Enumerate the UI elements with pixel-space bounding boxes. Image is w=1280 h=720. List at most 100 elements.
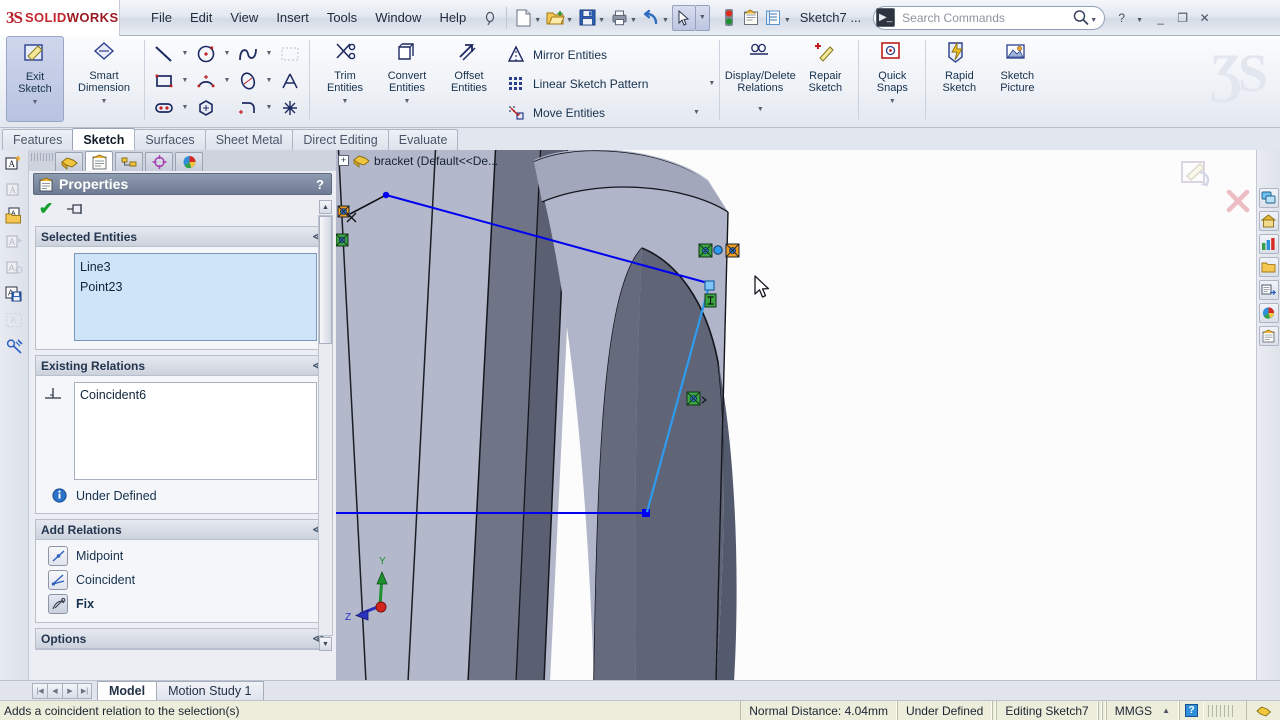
- menu-help[interactable]: Help: [430, 7, 475, 28]
- linear-sketch-pattern-button[interactable]: Linear Sketch Pattern ▼: [502, 69, 715, 98]
- graphics-viewport[interactable]: ▼ ▼ ▼ ▼ ▼: [336, 150, 1280, 682]
- slot-tool-icon[interactable]: [149, 95, 179, 120]
- print-icon[interactable]: [608, 7, 630, 29]
- tab-sketch[interactable]: Sketch: [72, 128, 136, 150]
- menu-edit[interactable]: Edit: [181, 7, 221, 28]
- mirror-entities-button[interactable]: Mirror Entities: [502, 40, 715, 69]
- pin-menu-icon[interactable]: [479, 7, 501, 29]
- trim-entities-dropdown-icon[interactable]: ▼: [342, 96, 349, 108]
- search-input[interactable]: Search Commands: [895, 11, 1072, 25]
- add-relation-fix[interactable]: Fix: [42, 592, 323, 616]
- circle-tool-caret[interactable]: ▼: [221, 41, 233, 66]
- ellipse-tool-caret[interactable]: ▼: [263, 68, 275, 93]
- new-document-caret[interactable]: ▼: [534, 17, 541, 24]
- trim-entities-button[interactable]: Trim Entities ▼: [314, 36, 376, 108]
- fillet-tool-caret[interactable]: ▼: [263, 95, 275, 120]
- units-selector[interactable]: MMGS ▲: [1105, 700, 1179, 720]
- arc-tool-icon[interactable]: [191, 68, 221, 93]
- selected-entities-header[interactable]: Selected Entities ≪: [36, 227, 329, 247]
- search-icon[interactable]: [1072, 9, 1090, 26]
- menu-insert[interactable]: Insert: [267, 7, 318, 28]
- open-annotation-folder-icon[interactable]: A: [4, 206, 24, 226]
- sketch-picture-button[interactable]: Sketch Picture: [988, 36, 1046, 94]
- next-tab-button[interactable]: ▶: [62, 682, 77, 699]
- select-caret[interactable]: ▼: [695, 4, 710, 31]
- add-annotation-icon[interactable]: A: [4, 154, 24, 174]
- point-tool-icon[interactable]: [275, 95, 305, 120]
- slot-tool-caret[interactable]: ▼: [179, 95, 191, 120]
- save-annotation-icon[interactable]: A: [4, 284, 24, 304]
- circle-tool-icon[interactable]: [191, 41, 221, 66]
- menu-view[interactable]: View: [221, 7, 267, 28]
- prev-tab-button[interactable]: ◀: [47, 682, 62, 699]
- search-caret[interactable]: ▼: [1090, 17, 1097, 24]
- keep-visible-pin-icon[interactable]: [66, 202, 86, 216]
- rebuild-traffic-light-icon[interactable]: [718, 7, 740, 29]
- selected-entities-listbox[interactable]: Line3 Point23: [74, 253, 317, 341]
- coincident-icon[interactable]: [48, 570, 68, 590]
- feature-tree-root[interactable]: + bracket (Default<<De...: [338, 153, 498, 168]
- add-relation-coincident[interactable]: Coincident: [42, 568, 323, 592]
- solidworks-resources-icon[interactable]: [1258, 188, 1279, 208]
- options-caret[interactable]: ▼: [784, 17, 791, 24]
- convert-entities-button[interactable]: Convert Entities ▼: [376, 36, 438, 108]
- menu-tools[interactable]: Tools: [318, 7, 366, 28]
- design-library-icon[interactable]: [1258, 211, 1279, 231]
- quick-snaps-button[interactable]: Quick Snaps ▼: [863, 36, 921, 108]
- arc-tool-caret[interactable]: ▼: [221, 68, 233, 93]
- display-manager-tab[interactable]: [175, 152, 203, 171]
- polygon-tool-caret[interactable]: [221, 95, 233, 120]
- property-manager-tab[interactable]: [85, 151, 113, 171]
- tab-model[interactable]: Model: [97, 681, 158, 700]
- save-icon[interactable]: [576, 7, 598, 29]
- first-tab-button[interactable]: |◀: [32, 682, 47, 699]
- panel-drag-handle[interactable]: [31, 153, 53, 161]
- tab-sheet-metal[interactable]: Sheet Metal: [204, 129, 294, 150]
- rectangle-tool-caret[interactable]: ▼: [179, 68, 191, 93]
- tab-motion-study-1[interactable]: Motion Study 1: [156, 681, 264, 700]
- minimize-button[interactable]: _: [1153, 11, 1168, 25]
- existing-relations-header[interactable]: Existing Relations ≪: [36, 356, 329, 376]
- search-box[interactable]: ▶_ Search Commands ▼: [873, 5, 1106, 30]
- spline-tool-icon[interactable]: [233, 41, 263, 66]
- convert-entities-dropdown-icon[interactable]: ▼: [404, 96, 411, 108]
- selected-entity-item[interactable]: Line3: [80, 257, 311, 277]
- polygon-tool-icon[interactable]: [191, 95, 221, 120]
- property-manager-help-icon[interactable]: ?: [316, 177, 324, 192]
- help-caret[interactable]: ▼: [1136, 17, 1143, 24]
- options-settings-icon[interactable]: [762, 7, 784, 29]
- undo-icon[interactable]: [640, 7, 662, 29]
- existing-relations-listbox[interactable]: Coincident6: [74, 382, 317, 480]
- scroll-up-arrow[interactable]: ▲: [319, 200, 332, 214]
- options-icon[interactable]: [740, 7, 762, 29]
- restore-button[interactable]: ❐: [1175, 11, 1190, 25]
- tab-evaluate[interactable]: Evaluate: [387, 129, 459, 150]
- display-delete-relations-dropdown-icon[interactable]: ▼: [757, 104, 764, 116]
- tab-surfaces[interactable]: Surfaces: [134, 129, 206, 150]
- midpoint-icon[interactable]: [48, 546, 68, 566]
- file-explorer-icon[interactable]: [1258, 234, 1279, 254]
- ellipse-tool-icon[interactable]: [233, 68, 263, 93]
- rapid-sketch-button[interactable]: Rapid Sketch: [930, 36, 988, 94]
- menu-window[interactable]: Window: [366, 7, 430, 28]
- line-tool-icon[interactable]: [149, 41, 179, 66]
- tab-features[interactable]: Features: [2, 129, 74, 150]
- help-badge[interactable]: ?: [1179, 700, 1204, 720]
- smart-dimension-dropdown-icon[interactable]: ▼: [101, 96, 108, 108]
- print-caret[interactable]: ▼: [630, 17, 637, 24]
- property-manager-scrollbar[interactable]: ▲ ▼: [318, 200, 333, 651]
- new-document-icon[interactable]: [512, 7, 534, 29]
- open-document-icon[interactable]: [544, 7, 566, 29]
- repair-sketch-button[interactable]: Repair Sketch: [796, 36, 854, 94]
- add-relation-midpoint[interactable]: Midpoint: [42, 544, 323, 568]
- scenes-icon[interactable]: [1258, 303, 1279, 323]
- exit-sketch-confirm-icon[interactable]: [1178, 158, 1220, 196]
- feature-tree-root-label[interactable]: bracket (Default<<De...: [374, 154, 498, 168]
- accept-check-icon[interactable]: ✔: [39, 200, 53, 217]
- select-arrow-icon[interactable]: [671, 4, 696, 31]
- rectangle-tool-icon[interactable]: [149, 68, 179, 93]
- sketch-relations-icon[interactable]: [4, 336, 24, 356]
- move-entities-button[interactable]: Move Entities ▼: [502, 98, 715, 127]
- expand-tree-icon[interactable]: +: [338, 155, 349, 166]
- close-button[interactable]: ✕: [1197, 11, 1212, 25]
